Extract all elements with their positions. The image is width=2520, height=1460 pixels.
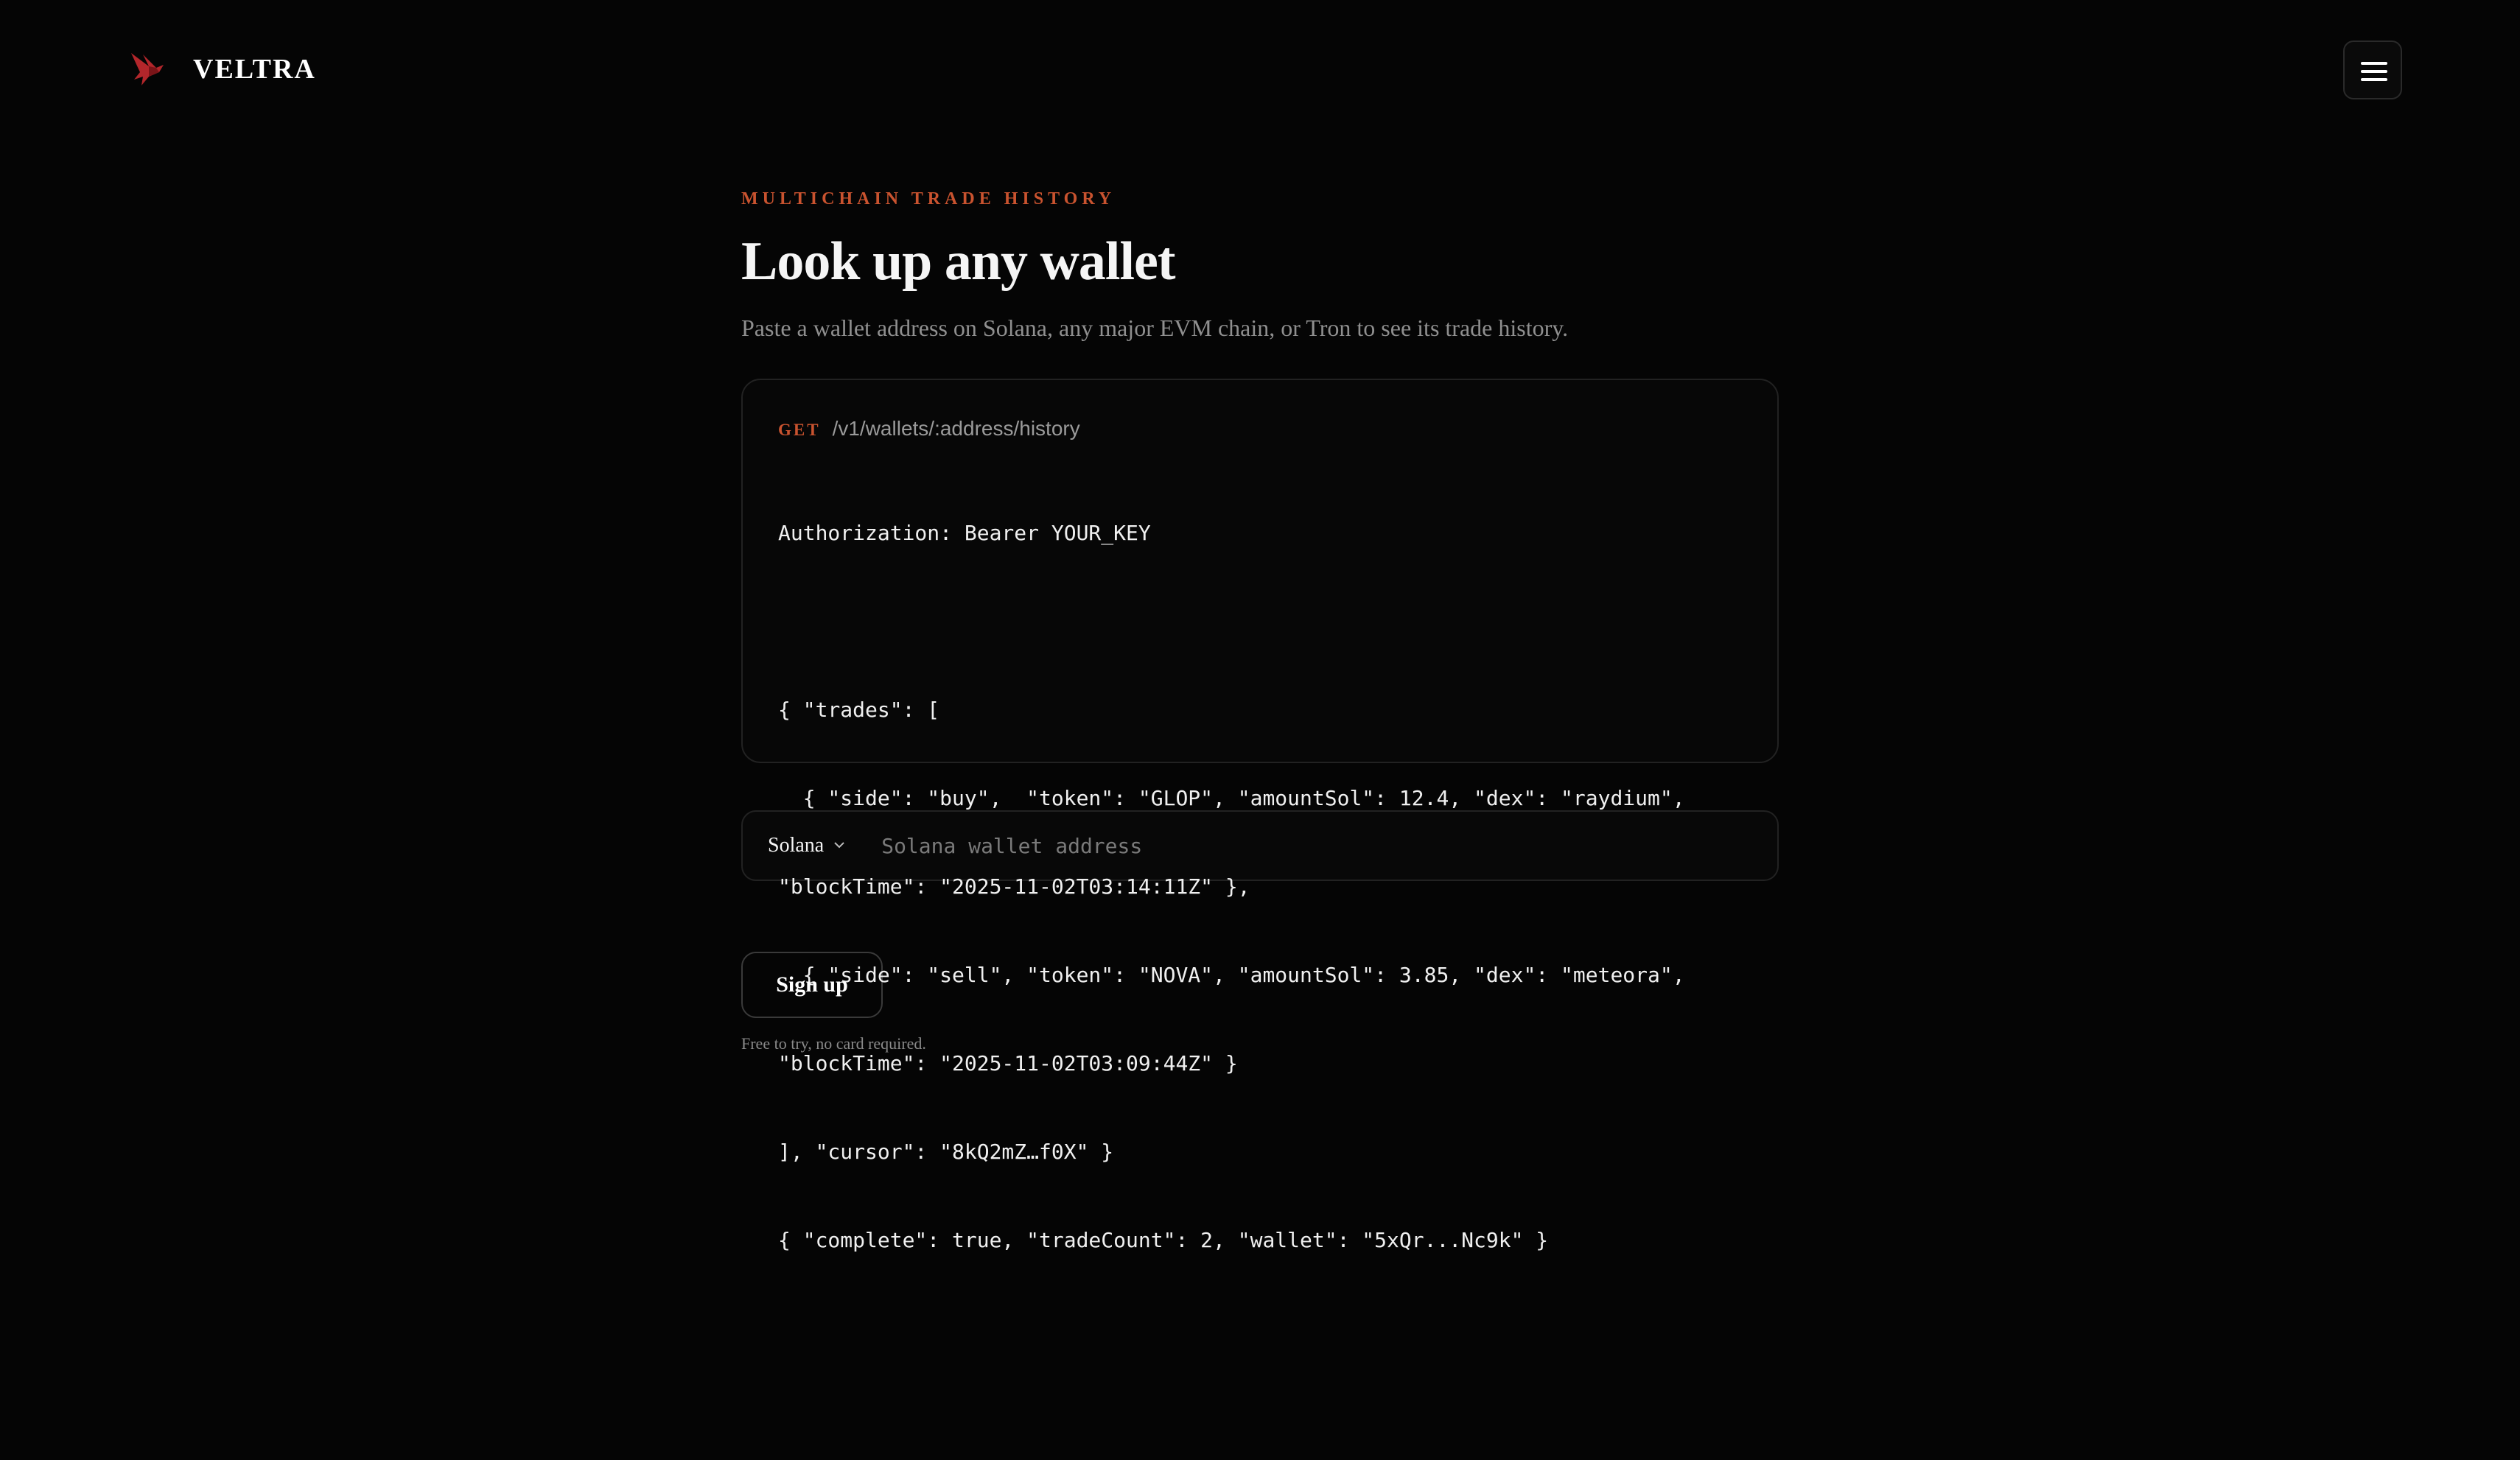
chevron-down-icon	[834, 842, 844, 849]
http-method: GET	[778, 421, 821, 439]
hamburger-menu-icon	[2361, 78, 2387, 81]
page-title: Look up any wallet	[741, 231, 1176, 292]
brand-logo[interactable]: VELTRA	[127, 47, 316, 91]
main-content: MULTICHAIN TRADE HISTORY Look up any wal…	[741, 184, 1779, 1252]
hamburger-menu-icon	[2361, 70, 2387, 73]
signup-fineprint: Free to try, no card required.	[741, 1034, 926, 1053]
code-line: { "side": "sell", "token": "NOVA", "amou…	[778, 963, 1685, 987]
endpoint-line: GET /v1/wallets/:address/history	[778, 417, 1742, 449]
code-line: ], "cursor": "8kQ2mZ…f0X" }	[778, 1140, 1114, 1164]
chain-selected-label: Solana	[768, 834, 825, 857]
api-example-card: GET /v1/wallets/:address/history Authori…	[741, 379, 1779, 1252]
chain-selector[interactable]: Solana	[768, 834, 846, 857]
hamburger-menu-icon	[2361, 62, 2387, 65]
page-subtitle: Paste a wallet address on Solana, any ma…	[741, 315, 1569, 341]
wallet-address-input[interactable]	[880, 823, 1777, 868]
bird-logo-icon	[131, 53, 164, 85]
eyebrow-label: MULTICHAIN TRADE HISTORY	[741, 189, 1116, 208]
endpoint-path: /v1/wallets/:address/history	[832, 417, 1080, 440]
code-line: { "trades": [	[778, 698, 940, 722]
wallet-search-bar: Solana	[741, 810, 1779, 881]
hamburger-menu-button[interactable]	[2343, 41, 2402, 99]
code-line: { "complete": true, "tradeCount": 2, "wa…	[778, 1228, 1549, 1252]
code-line: { "side": "buy", "token": "GLOP", "amoun…	[778, 786, 1685, 810]
code-line: "blockTime": "2025-11-02T03:09:44Z" }	[778, 1051, 1238, 1075]
auth-header-line: Authorization: Bearer YOUR_KEY	[778, 521, 1151, 545]
site-header: VELTRA	[0, 0, 2520, 140]
code-block: Authorization: Bearer YOUR_KEY { "trades…	[778, 460, 1742, 1314]
brand-name: VELTRA	[193, 54, 316, 85]
